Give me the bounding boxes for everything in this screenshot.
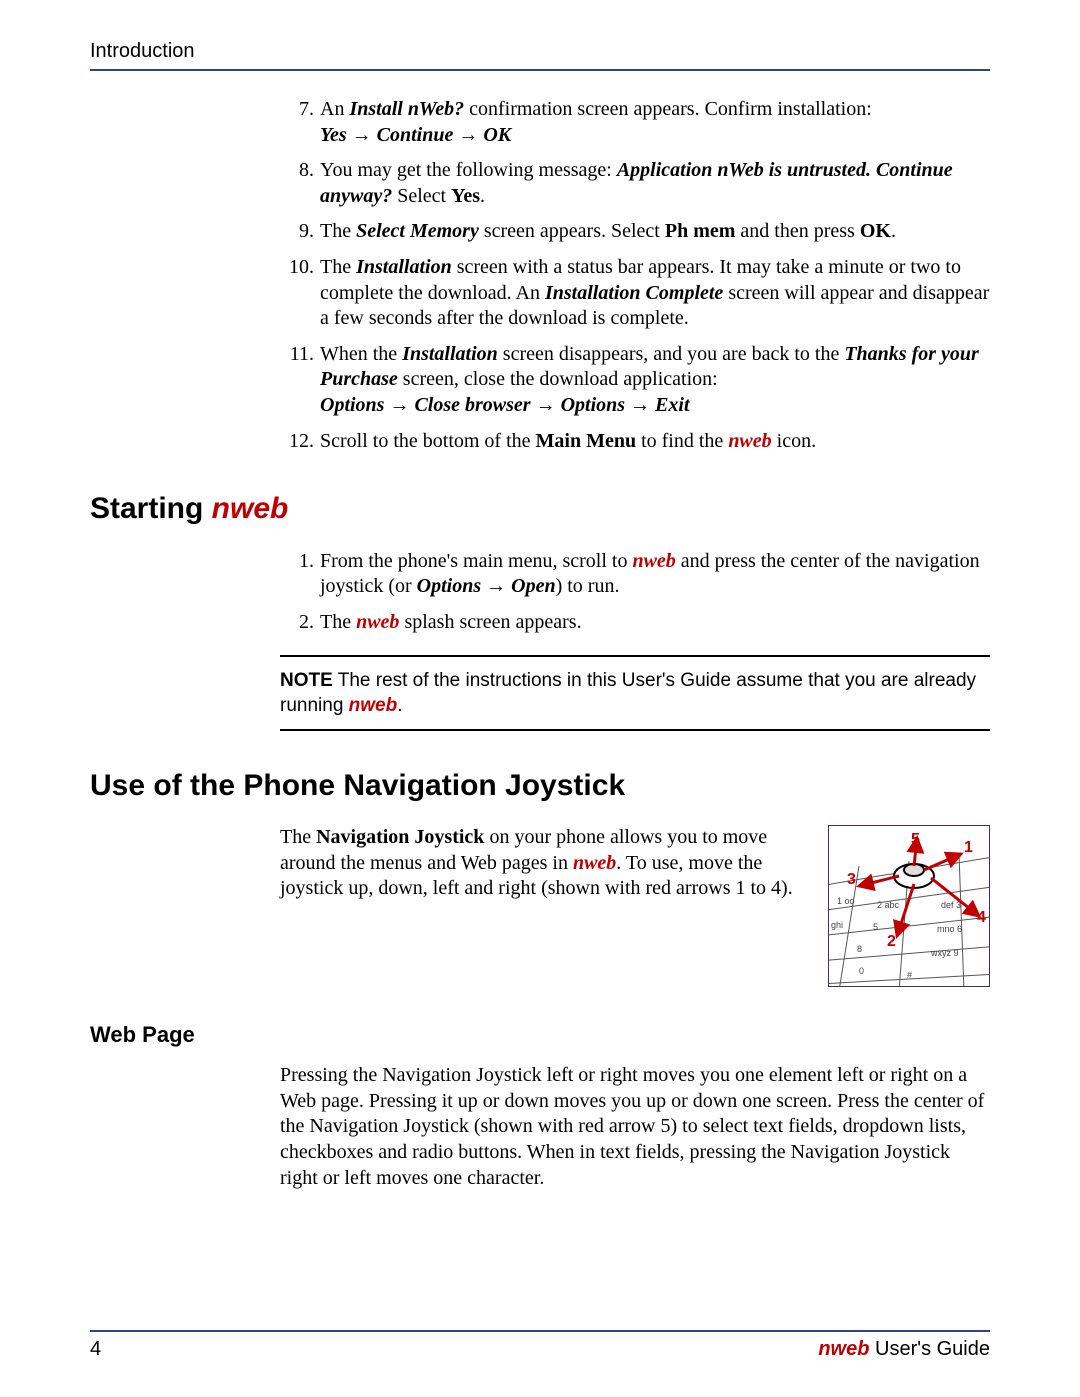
install-steps-list: 7.An Install nWeb? confirmation screen a… — [280, 97, 990, 454]
svg-text:8: 8 — [857, 944, 862, 954]
list-text: The Installation screen with a status ba… — [320, 255, 990, 332]
note-text-after: . — [397, 695, 402, 716]
list-item: 10.The Installation screen with a status… — [280, 255, 990, 332]
list-text: Scroll to the bottom of the Main Menu to… — [320, 429, 990, 455]
note-block: NOTE The rest of the instructions in thi… — [280, 655, 990, 730]
svg-text:5: 5 — [873, 922, 878, 932]
note-rule-top — [280, 655, 990, 657]
list-number: 8. — [280, 158, 320, 209]
list-number: 2. — [280, 610, 320, 636]
note-brand: nweb — [349, 695, 398, 716]
note-rule-bottom — [280, 729, 990, 731]
subsection-web-page: Web Page — [90, 1021, 990, 1049]
arrow-label-5: 5 — [911, 831, 920, 848]
section-starting-nweb: Starting nweb — [90, 490, 990, 528]
joystick-diagram: 1 2 3 4 5 1 oo 2 abc def 3 ghi 5 mno 6 8… — [828, 825, 990, 987]
list-text: An Install nWeb? confirmation screen app… — [320, 97, 990, 148]
section-nav-joystick: Use of the Phone Navigation Joystick — [90, 767, 990, 805]
list-number: 9. — [280, 219, 320, 245]
section-prefix: Starting — [90, 492, 212, 525]
list-number: 11. — [280, 342, 320, 419]
footer-brand: nweb — [818, 1338, 869, 1360]
list-number: 10. — [280, 255, 320, 332]
brand-nweb: nweb — [212, 492, 289, 525]
arrow-label-4: 4 — [977, 909, 986, 926]
page-footer: 4 nweb User's Guide — [90, 1330, 990, 1361]
list-text: When the Installation screen disappears,… — [320, 342, 990, 419]
list-number: 12. — [280, 429, 320, 455]
arrow-label-2: 2 — [887, 933, 896, 950]
running-header: Introduction — [90, 40, 990, 71]
nav-paragraph: The Navigation Joystick on your phone al… — [280, 825, 812, 987]
list-item: 8.You may get the following message: App… — [280, 158, 990, 209]
list-item: 7.An Install nWeb? confirmation screen a… — [280, 97, 990, 148]
list-item: 2.The nweb splash screen appears. — [280, 610, 990, 636]
svg-text:mno 6: mno 6 — [937, 924, 962, 934]
arrow-label-1: 1 — [964, 839, 973, 856]
webpage-paragraph: Pressing the Navigation Joystick left or… — [280, 1063, 990, 1191]
page-number: 4 — [90, 1338, 101, 1361]
svg-text:1 oo: 1 oo — [837, 896, 855, 906]
list-text: You may get the following message: Appli… — [320, 158, 990, 209]
list-item: 11.When the Installation screen disappea… — [280, 342, 990, 419]
list-text: The Select Memory screen appears. Select… — [320, 219, 990, 245]
start-steps-list: 1.From the phone's main menu, scroll to … — [280, 549, 990, 636]
svg-text:2 abc: 2 abc — [877, 900, 900, 910]
list-number: 7. — [280, 97, 320, 148]
list-text: The nweb splash screen appears. — [320, 610, 990, 636]
list-number: 1. — [280, 549, 320, 600]
list-text: From the phone's main menu, scroll to nw… — [320, 549, 990, 600]
svg-text:#: # — [907, 970, 912, 980]
svg-text:def 3: def 3 — [941, 900, 961, 910]
footer-suffix: User's Guide — [869, 1338, 990, 1360]
svg-text:0: 0 — [859, 966, 864, 976]
list-item: 1.From the phone's main menu, scroll to … — [280, 549, 990, 600]
note-label: NOTE — [280, 670, 333, 691]
arrow-label-3: 3 — [847, 871, 856, 888]
svg-text:ghi: ghi — [831, 920, 843, 930]
list-item: 12.Scroll to the bottom of the Main Menu… — [280, 429, 990, 455]
svg-text:wxyz 9: wxyz 9 — [930, 948, 959, 958]
list-item: 9.The Select Memory screen appears. Sele… — [280, 219, 990, 245]
